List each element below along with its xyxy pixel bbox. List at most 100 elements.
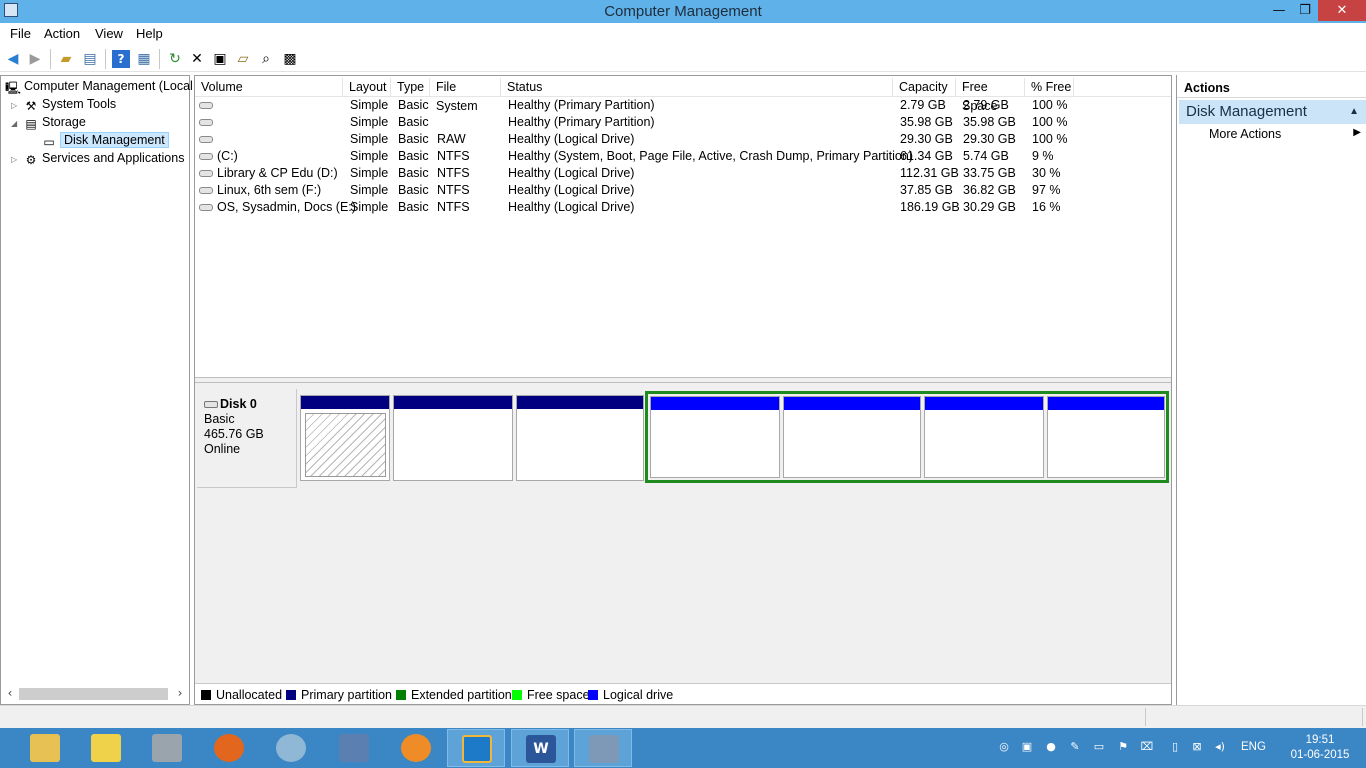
services-icon: ⚙ xyxy=(25,153,37,167)
partition-bar xyxy=(394,396,512,409)
column-type[interactable]: Type xyxy=(391,78,430,97)
collapse-icon[interactable]: ◢ xyxy=(11,115,23,132)
menu-action[interactable]: Action xyxy=(44,26,80,41)
language-indicator[interactable]: ENG xyxy=(1241,741,1266,753)
partition-7[interactable] xyxy=(1047,396,1165,478)
table-cell-pct: 100 % xyxy=(1032,98,1068,112)
column-free-space[interactable]: Free Space xyxy=(956,78,1025,113)
column-capacity[interactable]: Capacity xyxy=(893,78,956,97)
table-cell-volume: Library & CP Edu (D:) xyxy=(199,165,338,182)
volume-icon xyxy=(199,204,213,211)
flag-icon[interactable]: ⚑ xyxy=(1116,740,1130,754)
wifi-icon[interactable]: ⊠ xyxy=(1190,740,1204,754)
table-row[interactable]: Simple Basic Healthy (Primary Partition) 35… xyxy=(195,114,1171,131)
disk-icon xyxy=(204,401,218,408)
connect-icon[interactable]: ▣ xyxy=(211,50,229,68)
uc-browser-icon[interactable] xyxy=(387,729,445,767)
forward-icon[interactable]: ▶ xyxy=(26,50,44,68)
partition-6[interactable] xyxy=(924,396,1044,478)
table-cell-capacity: 61.34 GB xyxy=(900,149,953,163)
clock[interactable]: 19:51 01-06-2015 xyxy=(1280,733,1360,763)
legend-primary-partition: Primary partition xyxy=(286,688,392,702)
column-volume[interactable]: Volume xyxy=(195,78,343,97)
refresh-icon[interactable]: ↻ xyxy=(166,50,184,68)
computer-management-icon[interactable] xyxy=(574,729,632,767)
firefox-icon[interactable] xyxy=(200,729,258,767)
table-cell-layout: Simple xyxy=(350,200,389,214)
tree-horizontal-scrollbar[interactable]: ‹ › xyxy=(3,685,187,702)
restore-button[interactable]: ❐ xyxy=(1292,0,1318,21)
disk-size: 465.76 GB xyxy=(204,427,264,441)
table-cell-free: 33.75 GB xyxy=(963,166,1016,180)
table-cell-pct: 100 % xyxy=(1032,132,1068,146)
usb-icon[interactable]: ⌧ xyxy=(1140,740,1154,754)
table-row[interactable]: Simple Basic Healthy (Primary Partition) 2.… xyxy=(195,97,1171,114)
table-cell-free: 5.74 GB xyxy=(963,149,1009,163)
table-cell-fs: NTFS xyxy=(437,183,470,197)
search-tool-icon[interactable] xyxy=(262,729,320,767)
menu-view[interactable]: View xyxy=(95,26,123,41)
minimize-button[interactable]: — xyxy=(1266,0,1292,21)
table-cell-capacity: 37.85 GB xyxy=(900,183,953,197)
table-row[interactable]: Linux, 6th sem (F:) Simple Basic NTFS Health… xyxy=(195,182,1171,199)
display-icon[interactable]: ▭ xyxy=(1092,740,1106,754)
partition-4[interactable] xyxy=(650,396,780,478)
table-row[interactable]: OS, Sysadmin, Docs (E:) Simple Basic NTFS He… xyxy=(195,199,1171,216)
expand-icon[interactable]: ▷ xyxy=(11,97,23,114)
export-icon[interactable]: ▩ xyxy=(281,50,299,68)
battery-icon[interactable]: ▯ xyxy=(1168,740,1182,754)
calculator-icon[interactable] xyxy=(138,729,196,767)
table-cell-type: Basic xyxy=(398,183,429,197)
firefox-tray-icon[interactable]: ● xyxy=(1044,740,1058,754)
table-row[interactable]: (C:) Simple Basic NTFS Healthy (System, Boot… xyxy=(195,148,1171,165)
menu-help[interactable]: Help xyxy=(136,26,163,41)
search-icon[interactable]: ⌕ xyxy=(257,50,275,68)
up-folder-icon[interactable]: ▰ xyxy=(57,50,75,68)
partition-2[interactable] xyxy=(393,395,513,481)
tree-item-system-tools[interactable]: ▷ ⚒ System Tools xyxy=(11,96,116,113)
table-row[interactable]: Simple Basic RAW Healthy (Logical Drive) 29.… xyxy=(195,131,1171,148)
close-button[interactable]: ✕ xyxy=(1318,0,1366,21)
tree-item-storage[interactable]: ◢ ▤ Storage xyxy=(11,114,86,131)
network-tool-icon[interactable] xyxy=(325,729,383,767)
eraser-icon[interactable]: ✎ xyxy=(1068,740,1082,754)
partition-1[interactable] xyxy=(300,395,390,481)
more-actions[interactable]: More Actions ▶ xyxy=(1209,127,1366,145)
disk-0-info[interactable]: Disk 0 Basic 465.76 GB Online xyxy=(197,389,297,488)
network-status-icon[interactable]: ◎ xyxy=(997,740,1011,754)
tree-item-disk-management[interactable]: ▭ Disk Management xyxy=(41,132,169,149)
outlook-icon[interactable] xyxy=(447,729,505,767)
column-layout[interactable]: Layout xyxy=(343,78,391,97)
expand-icon[interactable]: ▷ xyxy=(11,151,23,168)
volume-icon[interactable]: ◂) xyxy=(1213,740,1227,754)
tree-item-services-and-applications[interactable]: ▷ ⚙ Services and Applications xyxy=(11,150,184,167)
help-icon[interactable]: ? xyxy=(112,50,130,68)
table-cell-pct: 100 % xyxy=(1032,115,1068,129)
table-cell-pct: 97 % xyxy=(1032,183,1061,197)
open-icon[interactable]: ▱ xyxy=(234,50,252,68)
delete-icon[interactable]: ✕ xyxy=(188,50,206,68)
partition-3[interactable] xyxy=(516,395,644,481)
table-row[interactable]: Library & CP Edu (D:) Simple Basic NTFS Heal… xyxy=(195,165,1171,182)
collapse-up-icon[interactable]: ▲ xyxy=(1349,100,1359,124)
word-icon[interactable]: W xyxy=(511,729,569,767)
scroll-left-icon[interactable]: ‹ xyxy=(3,685,17,702)
scrollbar-thumb[interactable] xyxy=(19,688,168,700)
partition-5[interactable] xyxy=(783,396,921,478)
column-file-system[interactable]: File System xyxy=(430,78,501,113)
column-percent-free[interactable]: % Free xyxy=(1025,78,1074,97)
file-explorer-icon[interactable] xyxy=(16,729,74,767)
column-status[interactable]: Status xyxy=(501,78,893,97)
properties-icon[interactable]: ▦ xyxy=(135,50,153,68)
table-cell-free: 29.30 GB xyxy=(963,132,1016,146)
actions-section-disk-management[interactable]: Disk Management ▲ xyxy=(1179,100,1366,124)
tree-root[interactable]: 🖳 Computer Management (Local xyxy=(5,78,193,95)
menu-file[interactable]: File xyxy=(10,26,31,41)
table-cell-pct: 30 % xyxy=(1032,166,1061,180)
back-icon[interactable]: ◀ xyxy=(4,50,22,68)
monitor-icon[interactable]: ▣ xyxy=(1020,740,1034,754)
table-cell-volume xyxy=(199,114,217,131)
show-hide-tree-icon[interactable]: ▤ xyxy=(81,50,99,68)
scroll-right-icon[interactable]: › xyxy=(173,685,187,702)
file-manager-icon[interactable] xyxy=(77,729,135,767)
